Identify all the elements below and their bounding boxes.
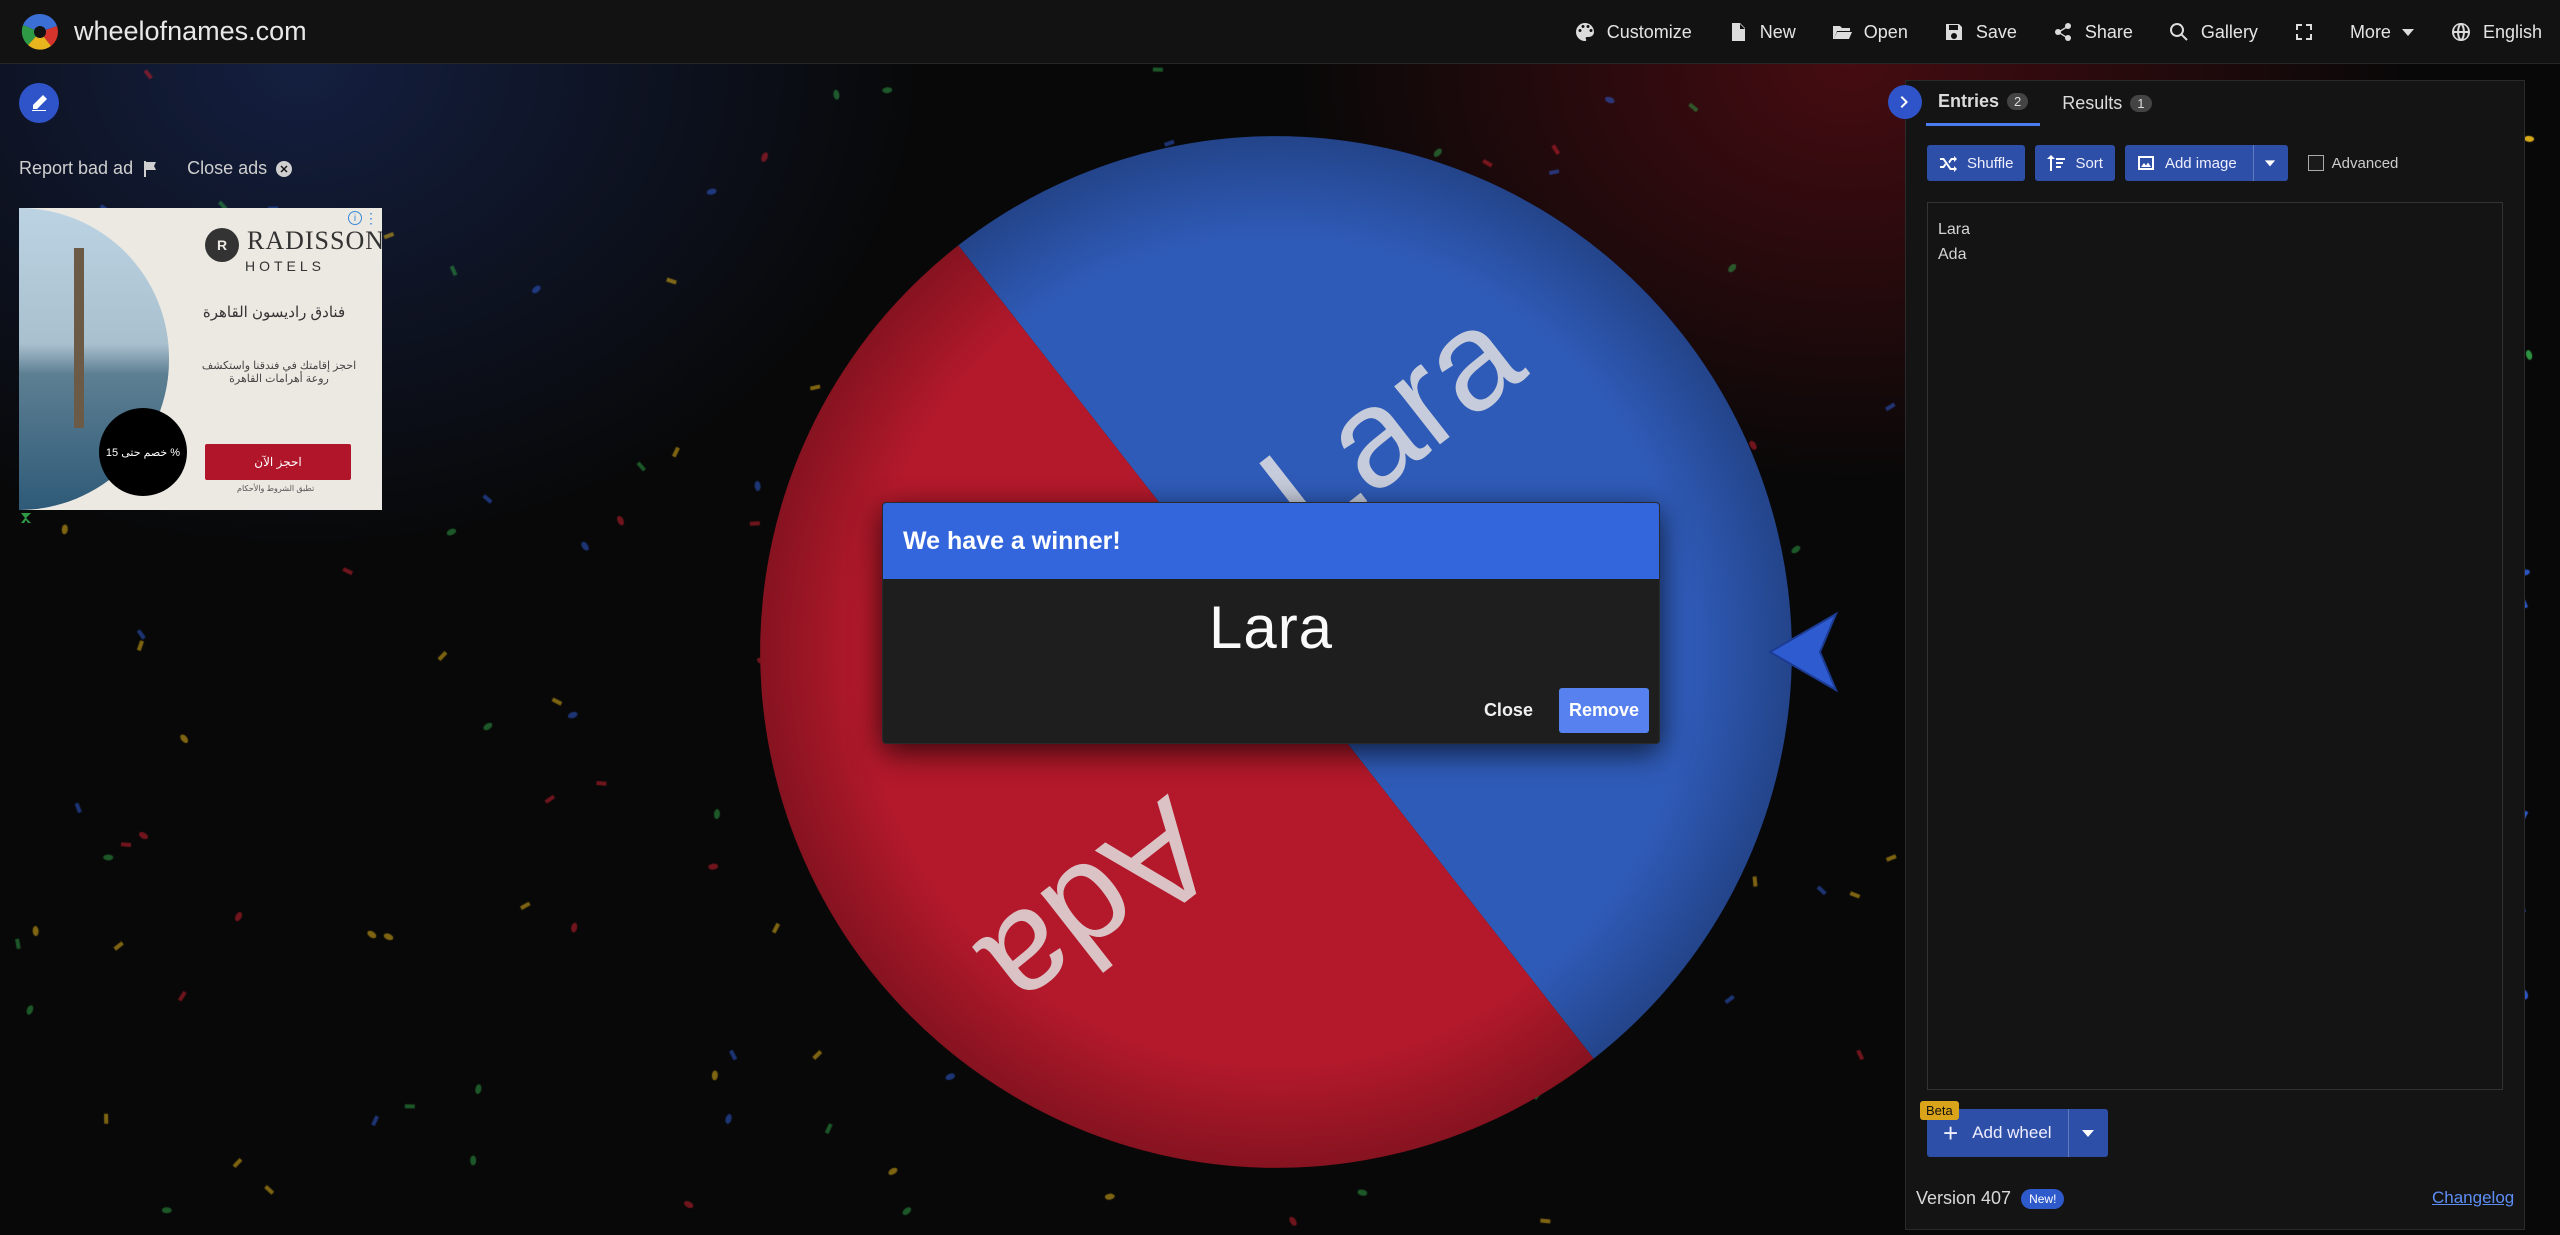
changelog-link[interactable]: Changelog <box>2432 1188 2514 1208</box>
collapse-panel-button[interactable] <box>1888 85 1922 119</box>
add-image-button[interactable]: Add image <box>2124 145 2288 181</box>
remove-button[interactable]: Remove <box>1558 688 1649 733</box>
shuffle-label: Shuffle <box>1967 154 2014 172</box>
advanced-toggle[interactable]: Advanced <box>2307 154 2399 172</box>
dialog-title: We have a winner! <box>883 503 1659 579</box>
add-wheel-label: Add wheel <box>1972 1123 2052 1142</box>
tab-entries-label: Entries <box>1938 91 2000 111</box>
add-wheel-dropdown[interactable] <box>2067 1109 2108 1157</box>
image-icon <box>2137 156 2154 170</box>
tab-entries[interactable]: Entries 2 <box>1926 80 2041 126</box>
entry-line: Lara <box>1938 221 1971 238</box>
advanced-checkbox[interactable] <box>2307 155 2324 171</box>
advanced-label: Advanced <box>2331 154 2399 172</box>
panel-tabs: Entries 2 Results 1 <box>1926 80 2164 126</box>
entries-toolbar: Shuffle Sort Add image Advanced <box>1927 145 2398 181</box>
tab-results-label: Results <box>2062 92 2123 113</box>
close-button[interactable]: Close <box>1472 690 1545 731</box>
version-info: Version 407 New! <box>1916 1188 2065 1209</box>
version-label: Version 407 <box>1916 1188 2012 1208</box>
add-image-label: Add image <box>2164 154 2237 172</box>
beta-badge: Beta <box>1920 1101 1959 1120</box>
shuffle-button[interactable]: Shuffle <box>1927 145 2026 181</box>
chevron-right-icon <box>1900 96 1908 108</box>
dialog-actions: Close Remove <box>1472 688 1649 733</box>
sort-label: Sort <box>2075 154 2103 172</box>
winner-name: Lara <box>1208 594 1334 661</box>
sort-icon <box>2047 155 2066 171</box>
caret-down-icon <box>2082 1130 2095 1137</box>
shuffle-icon <box>1940 156 1957 172</box>
add-image-dropdown[interactable] <box>2252 145 2276 181</box>
sort-button[interactable]: Sort <box>2035 145 2115 181</box>
entries-textarea[interactable]: Lara Ada <box>1927 202 2503 1090</box>
caret-down-icon <box>2264 160 2275 167</box>
new-badge: New! <box>2021 1188 2065 1209</box>
results-count-badge: 1 <box>2130 94 2152 112</box>
entry-line: Ada <box>1938 246 1967 263</box>
entries-count-badge: 2 <box>2007 93 2029 110</box>
winner-dialog: We have a winner! Lara Close Remove <box>882 502 1660 744</box>
plus-icon: + <box>1943 1117 1959 1148</box>
tab-results[interactable]: Results 1 <box>2050 80 2163 126</box>
